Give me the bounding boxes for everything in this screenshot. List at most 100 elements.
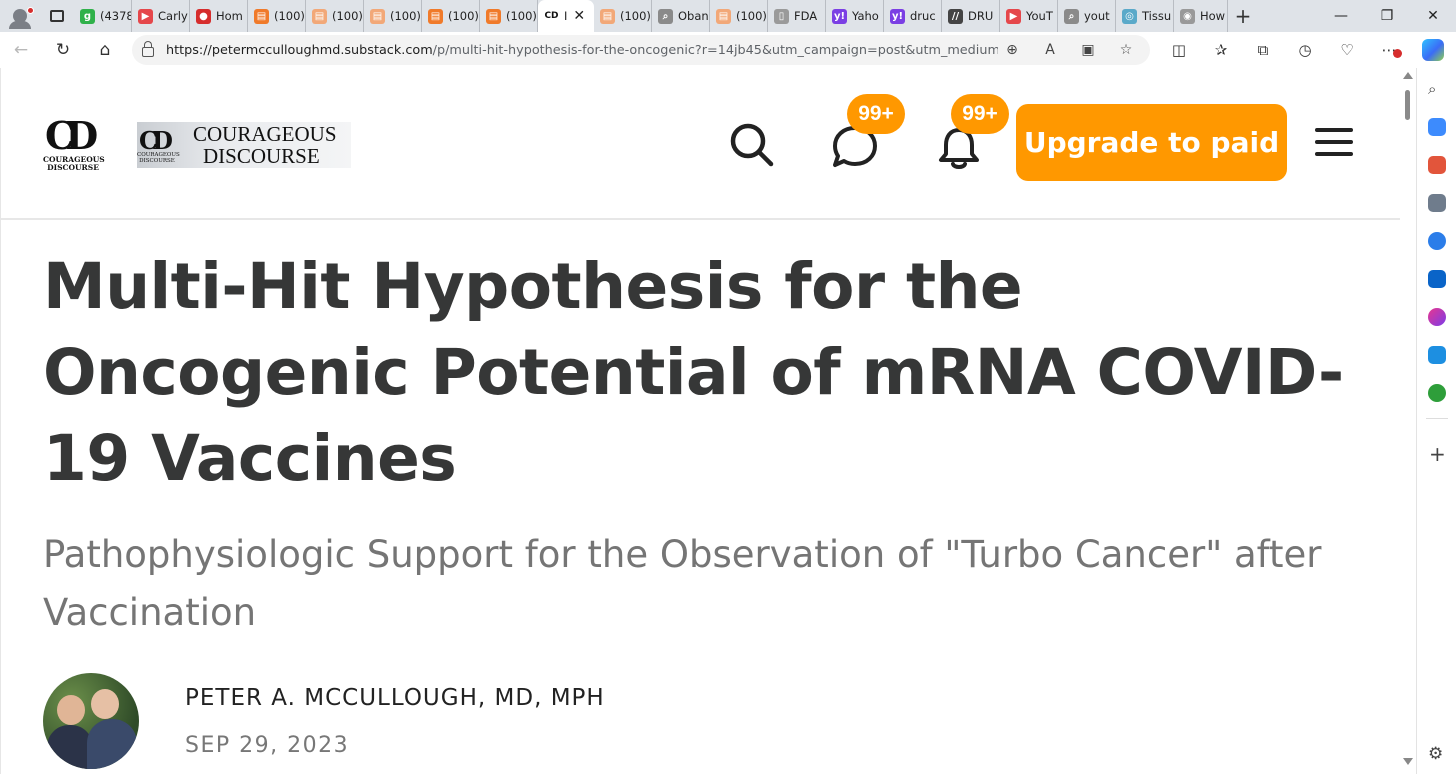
scroll-down-icon[interactable] — [1403, 758, 1413, 765]
tab-favicon-icon: ▤ — [716, 8, 731, 24]
browser-tab[interactable]: CD I ✕ — [538, 0, 594, 32]
outlook-icon[interactable] — [1428, 270, 1446, 288]
browser-essentials-icon[interactable]: ♡ — [1326, 41, 1368, 59]
sidebar-search-icon[interactable]: ⌕ — [1428, 80, 1446, 98]
tab-label: (100) — [448, 9, 479, 23]
favorite-star-icon[interactable]: ☆ — [1112, 42, 1140, 58]
zoom-icon[interactable]: ⊕ — [998, 42, 1026, 58]
browser-tab[interactable]: ▤ (100) — [248, 0, 306, 32]
new-tab-button[interactable]: + — [1228, 4, 1258, 28]
tab-favicon-icon: ● — [196, 8, 211, 24]
browser-tab[interactable]: ● Hom — [190, 0, 248, 32]
tab-favicon-icon: ▤ — [370, 8, 385, 24]
tab-label: How — [1200, 9, 1226, 23]
restore-button[interactable]: ❐ — [1364, 0, 1410, 32]
site-wordmark[interactable]: CD COURAGEOUS DISCOURSE COURAGEOUS DISCOU… — [137, 122, 351, 168]
collections-icon[interactable]: ⧉ — [1242, 41, 1284, 59]
history-icon[interactable]: ◷ — [1284, 41, 1326, 59]
minimize-button[interactable]: — — [1318, 0, 1364, 32]
upgrade-to-paid-button[interactable]: Upgrade to paid — [1016, 104, 1287, 181]
browser-tab[interactable]: ▤ (100) — [364, 0, 422, 32]
tab-favicon-icon: ▤ — [312, 8, 327, 24]
tab-list: g (4378 ▶ Carly ● Hom ▤ (100) ▤ (100) ▤ (100) ▤ (100)… — [74, 0, 1228, 32]
address-bar[interactable]: https://petermcculloughmd.substack.com/p… — [132, 35, 1150, 65]
games-icon[interactable] — [1428, 194, 1446, 212]
tab-favicon-icon: ▤ — [600, 8, 615, 24]
app-available-icon[interactable]: ▣ — [1074, 42, 1102, 58]
logo-mark-caption: COURAGEOUS DISCOURSE — [43, 156, 105, 172]
browser-tab[interactable]: ▤ (100) — [306, 0, 364, 32]
tab-actions-icon[interactable] — [40, 0, 74, 32]
browser-tab[interactable]: ◎ Tissu — [1116, 0, 1174, 32]
search-icon[interactable] — [727, 120, 777, 170]
browser-tab[interactable]: g (4378 — [74, 0, 132, 32]
page-scrollbar[interactable] — [1400, 68, 1416, 774]
browser-tab[interactable]: // DRU — [942, 0, 1000, 32]
copilot-sidebar-icon[interactable] — [1428, 232, 1446, 250]
url-text[interactable]: https://petermcculloughmd.substack.com/p… — [166, 43, 998, 58]
tab-label: druc — [910, 9, 936, 23]
tab-favicon-icon: ▶ — [138, 8, 153, 24]
settings-icon[interactable]: ⚙ — [1428, 744, 1443, 764]
tab-label: Hom — [216, 9, 243, 23]
logo-caption-line2: DISCOURSE — [47, 163, 99, 172]
read-aloud-icon[interactable]: A — [1036, 42, 1064, 58]
send-icon[interactable] — [1428, 346, 1446, 364]
add-icon[interactable]: + — [1429, 442, 1446, 466]
profile-avatar-icon[interactable] — [0, 0, 40, 32]
edge-sidebar: ⌕ + ⚙ — [1416, 68, 1456, 774]
close-tab-icon[interactable]: ✕ — [573, 8, 585, 24]
browser-tab[interactable]: ▯ FDA — [768, 0, 826, 32]
browser-tab[interactable]: ◉ How — [1174, 0, 1228, 32]
author-name[interactable]: PETER A. MCCULLOUGH, MD, MPH — [185, 685, 605, 711]
copilot-icon[interactable] — [1422, 39, 1444, 61]
tab-label: (100) — [736, 9, 767, 23]
tab-label: Carly — [158, 9, 188, 23]
wordmark-caption-line2: DISCOURSE — [139, 158, 175, 164]
tab-favicon-icon: ▯ — [774, 8, 789, 24]
drop-icon[interactable] — [1428, 308, 1446, 326]
toolbox-icon[interactable] — [1428, 156, 1446, 174]
close-window-button[interactable]: ✕ — [1410, 0, 1456, 32]
browser-tab[interactable]: ▶ Carly — [132, 0, 190, 32]
browser-tab[interactable]: y! druc — [884, 0, 942, 32]
back-button[interactable]: ← — [0, 32, 42, 68]
browser-tab[interactable]: ▤ (100) — [594, 0, 652, 32]
chat-badge: 99+ — [847, 94, 905, 134]
split-screen-icon[interactable]: ◫ — [1158, 41, 1200, 59]
home-button[interactable]: ⌂ — [84, 32, 126, 68]
browser-tab[interactable]: ⌕ Oban — [652, 0, 710, 32]
browser-tab[interactable]: ▤ (100) — [480, 0, 538, 32]
tab-label: (100) — [332, 9, 363, 23]
site-header: CD COURAGEOUS DISCOURSE CD COURAGEOUS DISC… — [1, 68, 1401, 220]
scroll-up-icon[interactable] — [1403, 72, 1413, 79]
lock-icon[interactable] — [142, 41, 154, 57]
tab-favicon-icon: y! — [890, 8, 905, 24]
browser-tab[interactable]: ▤ (100) — [710, 0, 768, 32]
more-menu-icon[interactable]: ⋯ — [1368, 41, 1410, 59]
shopping-tag-icon[interactable] — [1428, 118, 1446, 136]
browser-tab[interactable]: ▶ YouT — [1000, 0, 1058, 32]
refresh-button[interactable]: ↻ — [42, 32, 84, 68]
browser-tab[interactable]: y! Yaho — [826, 0, 884, 32]
tab-favicon-icon: ⌕ — [1064, 8, 1079, 24]
browser-tab[interactable]: ▤ (100) — [422, 0, 480, 32]
sidebar-divider — [1426, 418, 1448, 419]
browser-tab-strip: g (4378 ▶ Carly ● Hom ▤ (100) ▤ (100) ▤ (100) ▤ (100)… — [0, 0, 1456, 32]
tab-label: DRU — [968, 9, 994, 23]
tab-label: (100) — [620, 9, 651, 23]
menu-icon[interactable] — [1315, 128, 1353, 158]
tree-icon[interactable] — [1428, 384, 1446, 402]
author-avatar[interactable] — [43, 673, 139, 769]
favorites-icon[interactable]: ✰ — [1200, 41, 1242, 59]
tab-label: I — [564, 9, 568, 23]
scroll-thumb[interactable] — [1405, 90, 1410, 120]
site-logo-icon[interactable]: CD COURAGEOUS DISCOURSE — [41, 116, 105, 174]
url-path: /p/multi-hit-hypothesis-for-the-oncogeni… — [432, 42, 998, 58]
tab-label: Tissu — [1142, 9, 1172, 23]
tab-favicon-icon: ▤ — [254, 8, 269, 24]
tab-favicon-icon: g — [80, 8, 95, 24]
browser-tab[interactable]: ⌕ yout — [1058, 0, 1116, 32]
wordmark-mark-caption: COURAGEOUS DISCOURSE — [137, 152, 180, 164]
wordmark-mark: CD — [139, 126, 173, 155]
